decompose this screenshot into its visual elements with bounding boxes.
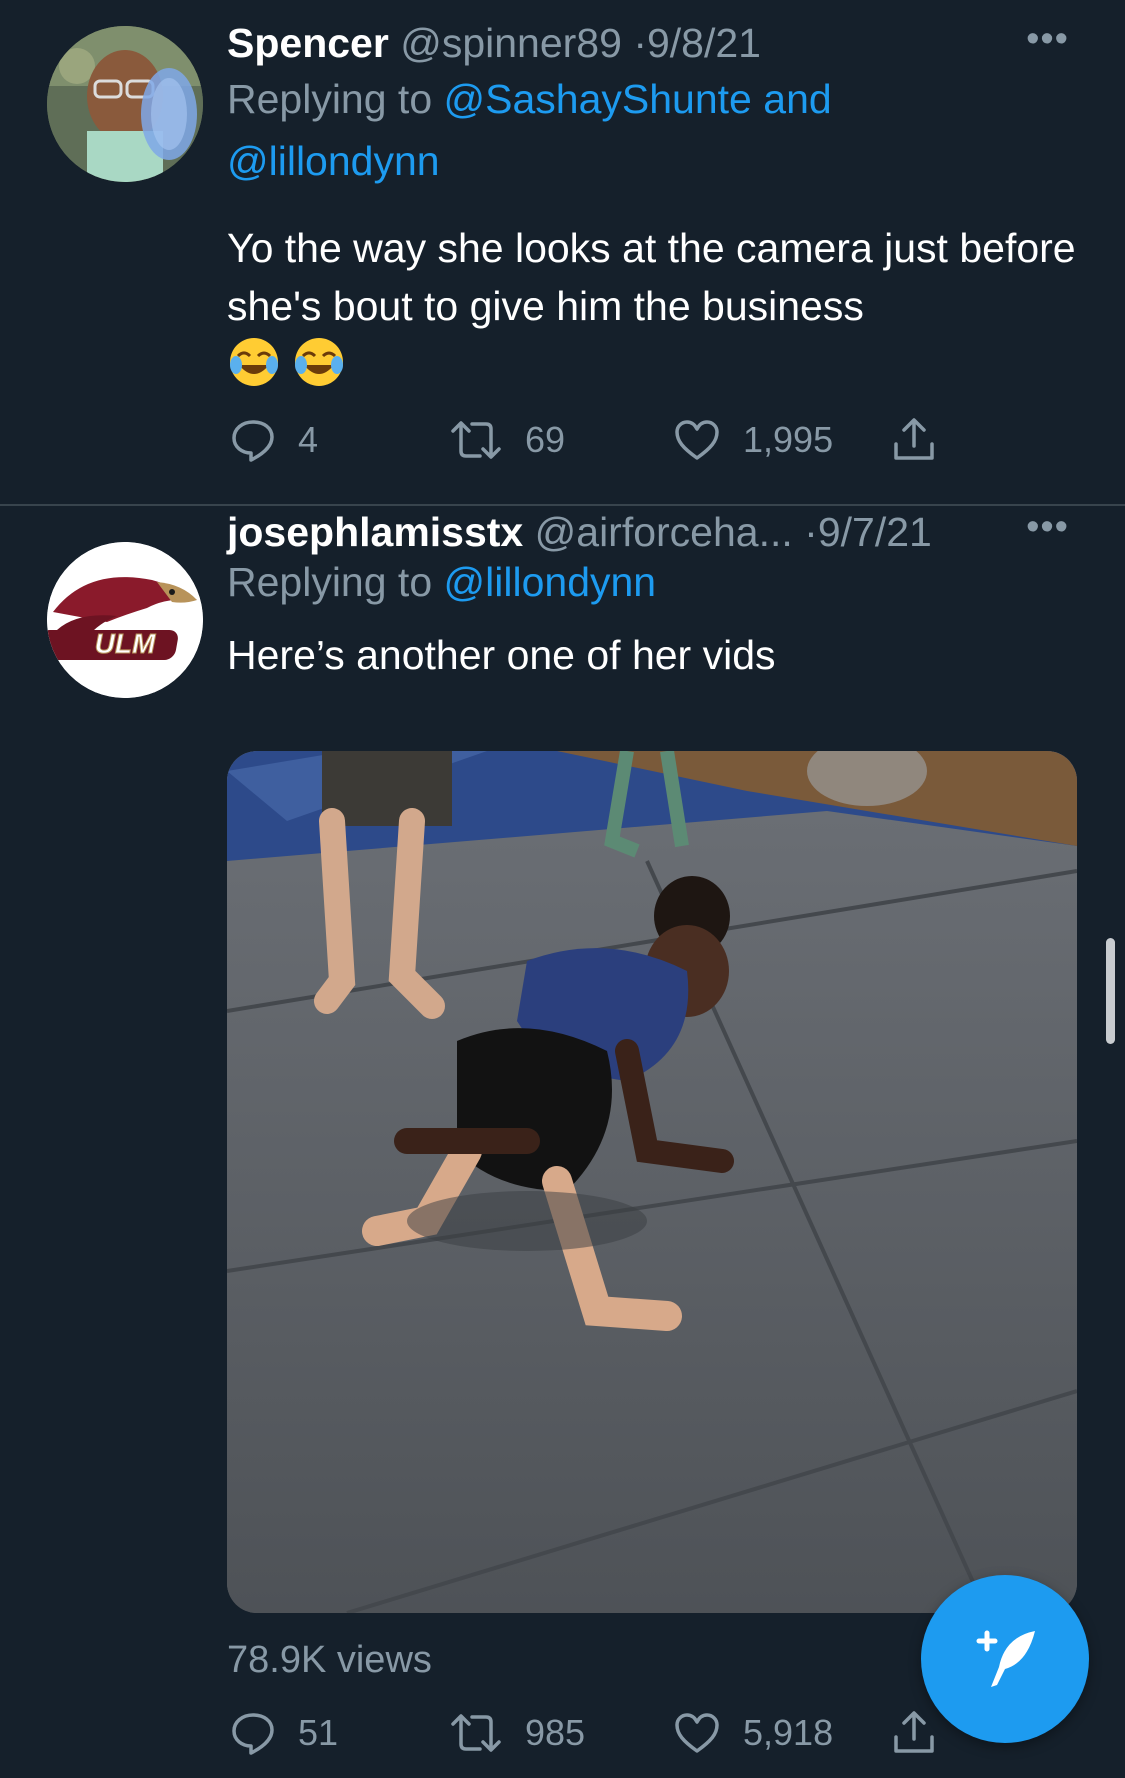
retweet-button[interactable]: 69 bbox=[449, 410, 565, 470]
ulm-warhawks-logo-icon: ULM bbox=[47, 542, 203, 698]
share-icon bbox=[894, 1711, 934, 1753]
share-button[interactable] bbox=[890, 410, 938, 470]
avatar[interactable] bbox=[47, 26, 203, 182]
reply-button[interactable]: 4 bbox=[230, 410, 318, 470]
replying-to-label: Replying to bbox=[227, 559, 433, 605]
display-name[interactable]: josephlamisstx bbox=[227, 509, 523, 555]
avatar[interactable]: ULM bbox=[47, 542, 203, 698]
reply-count: 51 bbox=[298, 1712, 339, 1753]
tweet-date[interactable]: 9/8/21 bbox=[647, 20, 761, 66]
tweet-date[interactable]: 9/7/21 bbox=[818, 509, 932, 555]
scrollbar[interactable] bbox=[1106, 938, 1115, 1044]
retweet-icon bbox=[451, 421, 501, 459]
compose-tweet-button[interactable] bbox=[921, 1575, 1089, 1743]
tears-of-joy-emoji-icon bbox=[227, 335, 281, 404]
like-count: 1,995 bbox=[743, 419, 834, 460]
separator-dot: · bbox=[633, 20, 647, 66]
more-options-icon[interactable]: ••• bbox=[1026, 18, 1069, 61]
more-options-icon[interactable]: ••• bbox=[1026, 506, 1069, 549]
share-button[interactable] bbox=[890, 1703, 938, 1763]
heart-icon bbox=[675, 1713, 719, 1753]
mention-link[interactable]: @lillondynn bbox=[227, 138, 440, 184]
retweet-count: 69 bbox=[525, 419, 566, 460]
tweet-spencer[interactable]: Spencer @spinner89 ·9/8/21 ••• Replying … bbox=[0, 0, 1125, 505]
retweet-count: 985 bbox=[525, 1712, 586, 1753]
reply-icon bbox=[232, 420, 274, 462]
tweet-actions: 4 69 1,995 bbox=[227, 410, 1067, 470]
svg-text:ULM: ULM bbox=[95, 628, 156, 659]
tears-of-joy-emoji-icon bbox=[292, 335, 346, 404]
reply-button[interactable]: 51 bbox=[230, 1703, 338, 1763]
tweet-text: Yo the way she looks at the camera just … bbox=[227, 219, 1077, 404]
user-handle[interactable]: @spinner89 bbox=[400, 20, 622, 66]
compose-tweet-icon bbox=[976, 1630, 1035, 1687]
reply-icon bbox=[232, 1713, 274, 1755]
share-icon bbox=[894, 418, 934, 460]
separator-dot: · bbox=[804, 509, 818, 555]
like-button[interactable]: 5,918 bbox=[673, 1703, 833, 1763]
mention-link[interactable]: @SashayShunte bbox=[444, 76, 752, 122]
reply-count: 4 bbox=[298, 419, 319, 460]
retweet-button[interactable]: 985 bbox=[449, 1703, 585, 1763]
like-count: 5,918 bbox=[743, 1712, 834, 1753]
replying-to: Replying to @lillondynn bbox=[227, 551, 1077, 613]
video-thumbnail[interactable] bbox=[227, 751, 1077, 1613]
tweet-text-content: Yo the way she looks at the camera just … bbox=[227, 225, 1076, 329]
tweet-header: Spencer @spinner89 ·9/8/21 bbox=[227, 14, 1095, 72]
video-frame-image bbox=[227, 751, 1077, 1613]
display-name[interactable]: Spencer bbox=[227, 20, 389, 66]
mention-link[interactable]: @lillondynn bbox=[444, 559, 657, 605]
view-count: 78.9K views bbox=[227, 1639, 432, 1681]
heart-icon bbox=[675, 420, 719, 460]
replying-to: Replying to @SashayShunte and @lillondyn… bbox=[227, 68, 1077, 192]
avatar-photo bbox=[47, 26, 203, 182]
like-button[interactable]: 1,995 bbox=[673, 410, 833, 470]
user-handle[interactable]: @airforceha... bbox=[535, 509, 793, 555]
replying-joiner: and bbox=[763, 76, 832, 122]
retweet-icon bbox=[451, 1714, 501, 1752]
tweet-text: Here’s another one of her vids bbox=[227, 632, 776, 678]
tweet-josephlamisstx[interactable]: ULM josephlamisstx @airforceha... ·9/7/2… bbox=[0, 506, 1125, 1778]
replying-to-label: Replying to bbox=[227, 76, 433, 122]
